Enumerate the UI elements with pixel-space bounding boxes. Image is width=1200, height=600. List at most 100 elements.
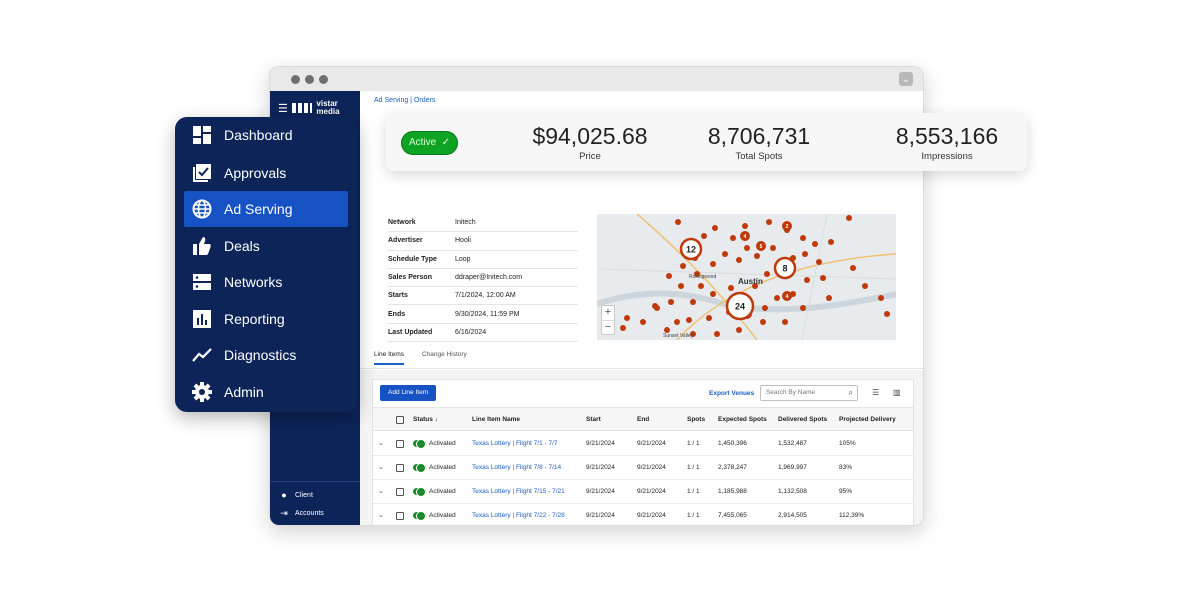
column-header[interactable]: Delivered Spots <box>778 408 827 432</box>
map-pin-icon[interactable] <box>878 295 884 301</box>
map-pin-icon[interactable] <box>754 253 760 259</box>
table-row[interactable]: ⌄ Activated Texas Lottery | Flight 7/8 - 7… <box>373 456 913 480</box>
nav-item-dashboard[interactable]: Dashboard <box>184 117 348 153</box>
map-pin-icon[interactable] <box>690 299 696 305</box>
list-view-icon[interactable]: ☰ <box>872 388 879 397</box>
map-pin-icon[interactable] <box>736 327 742 333</box>
row-checkbox[interactable] <box>396 512 404 520</box>
map-pin-icon[interactable] <box>762 305 768 311</box>
map-pin-icon[interactable] <box>884 311 890 317</box>
toggle-icon[interactable] <box>413 487 426 498</box>
column-header[interactable]: Expected Spots <box>718 408 767 432</box>
map-pin-icon[interactable] <box>624 315 630 321</box>
table-row[interactable]: ⌄ Activated Texas Lottery | Flight 7/22 - … <box>373 504 913 525</box>
column-header[interactable]: Projected Delivery <box>839 408 896 432</box>
chevron-down-icon[interactable]: ⌄ <box>378 432 384 456</box>
status-toggle[interactable]: Activated <box>413 456 456 480</box>
nav-item-ad-serving[interactable]: Ad Serving <box>184 191 348 227</box>
status-toggle[interactable]: Activated <box>413 504 456 525</box>
map-pin-icon[interactable] <box>774 295 780 301</box>
window-dot-icon[interactable] <box>291 75 300 84</box>
map-pin-icon[interactable] <box>760 319 766 325</box>
map-pin-icon[interactable] <box>736 257 742 263</box>
map-pin-icon[interactable] <box>828 239 834 245</box>
map-pin-icon[interactable] <box>712 225 718 231</box>
chevron-down-icon[interactable]: ⌄ <box>378 504 384 525</box>
nav-item-networks[interactable]: Networks <box>184 264 348 300</box>
hamburger-menu-icon[interactable]: ☰ <box>278 102 288 115</box>
map-pin-icon[interactable] <box>820 275 826 281</box>
sidebar-footer-client[interactable]: ● Client <box>279 490 313 500</box>
nav-item-deals[interactable]: Deals <box>184 228 348 264</box>
tab-change-history[interactable]: Change History <box>422 351 467 365</box>
map-pin-icon[interactable] <box>710 291 716 297</box>
map-pin-icon[interactable] <box>620 325 626 331</box>
column-header[interactable]: End <box>637 408 649 432</box>
map-pin-icon[interactable] <box>826 295 832 301</box>
table-row[interactable]: ⌄ Activated Texas Lottery | Flight 7/15 - … <box>373 480 913 504</box>
column-header[interactable]: Status ↓ <box>413 408 438 432</box>
search-icon[interactable]: ⌕ <box>849 386 853 400</box>
map-pin-icon[interactable] <box>722 251 728 257</box>
toggle-icon[interactable] <box>413 463 426 474</box>
map-pin-icon[interactable] <box>666 273 672 279</box>
chevron-down-icon[interactable]: ⌄ <box>378 480 384 504</box>
chevron-down-icon[interactable]: ⌄ <box>378 456 384 480</box>
map-pin-icon[interactable] <box>800 235 806 241</box>
map-pin-icon[interactable] <box>782 319 788 325</box>
map-pin-icon[interactable] <box>804 277 810 283</box>
map-pin-icon[interactable] <box>668 299 674 305</box>
nav-item-approvals[interactable]: Approvals <box>184 155 348 191</box>
tab-line-items[interactable]: Line Items <box>374 351 404 365</box>
column-header[interactable]: Line Item Name <box>472 408 520 432</box>
line-item-link[interactable]: Texas Lottery | Flight 7/22 - 7/28 <box>472 504 565 525</box>
map-pin-icon[interactable] <box>846 215 852 221</box>
map-pin-icon[interactable] <box>862 283 868 289</box>
map-pin-icon[interactable] <box>714 331 720 337</box>
map-pin-icon[interactable] <box>678 283 684 289</box>
venue-map[interactable]: 24544 12824 Austin Rollingwood Sunset Va… <box>597 214 896 340</box>
search-input[interactable]: Search By Name ⌕ <box>760 385 858 401</box>
zoom-in-button[interactable]: + <box>602 306 614 320</box>
map-pin-icon[interactable] <box>744 245 750 251</box>
map-pin-icon[interactable] <box>675 219 681 225</box>
row-checkbox[interactable] <box>396 464 404 472</box>
nav-item-diagnostics[interactable]: Diagnostics <box>184 337 348 373</box>
line-item-link[interactable]: Texas Lottery | Flight 7/15 - 7/21 <box>472 480 565 504</box>
window-dot-icon[interactable] <box>305 75 314 84</box>
map-pin-icon[interactable] <box>802 251 808 257</box>
window-dot-icon[interactable] <box>319 75 328 84</box>
map-pin-icon[interactable] <box>742 223 748 229</box>
map-pin-icon[interactable] <box>640 319 646 325</box>
row-checkbox[interactable] <box>396 440 404 448</box>
export-venues-link[interactable]: Export Venues <box>709 390 754 397</box>
zoom-out-button[interactable]: − <box>602 320 614 334</box>
status-badge[interactable]: Active ✓ <box>401 131 458 155</box>
nav-item-admin[interactable]: Admin <box>184 374 348 410</box>
map-pin-icon[interactable] <box>766 219 772 225</box>
map-pin-icon[interactable] <box>728 285 734 291</box>
toggle-icon[interactable] <box>413 439 426 450</box>
map-pin-icon[interactable] <box>850 265 856 271</box>
brand-logo[interactable]: ☰ vistar media <box>278 100 360 116</box>
column-view-icon[interactable]: ▥ <box>893 388 901 397</box>
map-pin-icon[interactable] <box>764 271 770 277</box>
column-header[interactable]: Spots <box>687 408 705 432</box>
map-pin-icon[interactable] <box>680 263 686 269</box>
map-pin-icon[interactable] <box>770 245 776 251</box>
sidebar-footer-accounts[interactable]: ⇥ Accounts <box>279 508 324 519</box>
select-all-checkbox[interactable] <box>396 416 404 424</box>
map-pin-icon[interactable] <box>706 315 712 321</box>
row-checkbox[interactable] <box>396 488 404 496</box>
breadcrumb[interactable]: Ad Serving | Orders <box>374 97 435 104</box>
status-toggle[interactable]: Activated <box>413 432 456 456</box>
map-pin-icon[interactable] <box>816 259 822 265</box>
map-pin-icon[interactable] <box>710 261 716 267</box>
table-row[interactable]: ⌄ Activated Texas Lottery | Flight 7/1 - 7… <box>373 432 913 456</box>
map-pin-icon[interactable] <box>674 319 680 325</box>
column-header[interactable]: Start <box>586 408 601 432</box>
map-pin-icon[interactable] <box>654 305 660 311</box>
add-line-item-button[interactable]: Add Line Item <box>380 385 437 401</box>
map-pin-icon[interactable] <box>701 233 707 239</box>
window-chevron-down-icon[interactable]: ⌄ <box>899 72 913 86</box>
